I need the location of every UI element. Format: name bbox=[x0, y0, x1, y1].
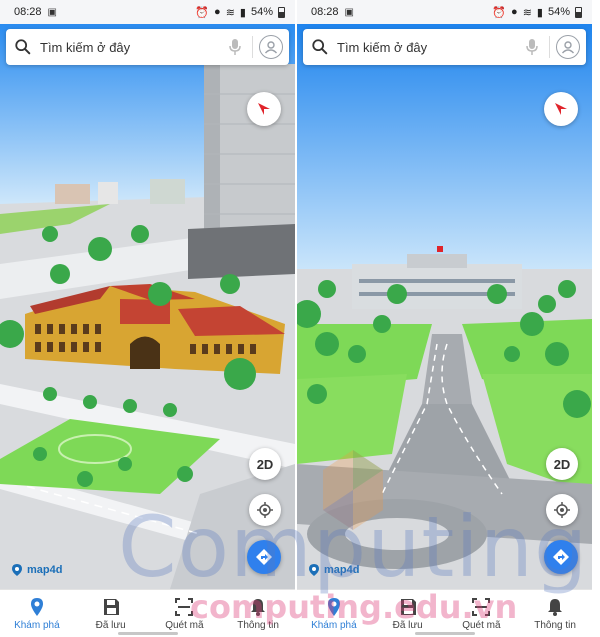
pin-icon bbox=[30, 597, 43, 616]
nav-label-explore: Khám phá bbox=[14, 619, 60, 631]
directions-icon bbox=[553, 549, 569, 565]
brand-name: map4d bbox=[27, 564, 63, 576]
nav-saved[interactable]: Đã lưu bbox=[74, 590, 148, 637]
nav-label-scan: Quét mã bbox=[165, 619, 204, 631]
home-indicator bbox=[117, 632, 178, 635]
compass-arrow-icon bbox=[258, 103, 270, 115]
battery-icon bbox=[575, 6, 582, 18]
search-icon[interactable] bbox=[311, 38, 329, 56]
gallery-icon: ▣ bbox=[47, 6, 57, 18]
crosshair-icon bbox=[257, 502, 273, 518]
wifi-icon: ≋ bbox=[225, 6, 235, 19]
save-icon bbox=[103, 598, 119, 615]
pin-icon bbox=[327, 597, 340, 616]
search-input[interactable]: Tìm kiếm ở đây bbox=[337, 40, 525, 55]
alarm-icon: ⏰ bbox=[492, 6, 507, 19]
directions-icon bbox=[256, 549, 272, 565]
search-divider bbox=[252, 36, 253, 58]
wifi-icon: ≋ bbox=[522, 6, 532, 19]
save-icon bbox=[400, 598, 416, 615]
battery-icon bbox=[278, 6, 285, 18]
battery-level: 54% bbox=[250, 6, 273, 18]
view-2d-toggle-button[interactable]: 2D bbox=[546, 448, 578, 480]
nav-label-info: Thông tin bbox=[534, 619, 576, 631]
view-2d-toggle-button[interactable]: 2D bbox=[249, 448, 281, 480]
status-bar: 08:28 ▣ ⏰ ● ≋ ▮ 54% bbox=[297, 0, 592, 24]
user-avatar-icon[interactable] bbox=[556, 35, 580, 59]
search-icon[interactable] bbox=[14, 38, 32, 56]
crosshair-icon bbox=[554, 502, 570, 518]
nav-explore[interactable]: Khám phá bbox=[0, 590, 74, 637]
nav-label-saved: Đã lưu bbox=[392, 619, 423, 631]
search-input[interactable]: Tìm kiếm ở đây bbox=[40, 40, 228, 55]
my-location-button[interactable] bbox=[546, 494, 578, 526]
brand-logo: map4d bbox=[307, 563, 359, 577]
scan-icon bbox=[175, 597, 194, 616]
compass-arrow-icon bbox=[555, 103, 567, 115]
status-time: 08:28 bbox=[14, 6, 42, 18]
status-icons: ⏰ ● ≋ ▮ 54% bbox=[195, 6, 285, 19]
signal-icon: ▮ bbox=[239, 6, 246, 19]
brand-logo: map4d bbox=[10, 563, 62, 577]
home-indicator bbox=[414, 632, 475, 635]
map4d-logo-icon bbox=[309, 564, 319, 576]
directions-button[interactable] bbox=[544, 540, 578, 574]
bottom-navigation: Khám phá Đã lưu Quét mã Thông tin bbox=[0, 589, 295, 637]
nav-info[interactable]: Thông tin bbox=[221, 590, 295, 637]
status-bar: 08:28 ▣ ⏰ ● ≋ ▮ 54% bbox=[0, 0, 295, 24]
bottom-navigation: Khám phá Đã lưu Quét mã Thông tin bbox=[297, 589, 592, 637]
nav-explore[interactable]: Khám phá bbox=[297, 590, 371, 637]
compass-button[interactable] bbox=[544, 92, 578, 126]
nav-info[interactable]: Thông tin bbox=[518, 590, 592, 637]
search-divider bbox=[549, 36, 550, 58]
nav-label-scan: Quét mã bbox=[462, 619, 501, 631]
search-bar[interactable]: Tìm kiếm ở đây bbox=[6, 29, 289, 65]
compass-button[interactable] bbox=[247, 92, 281, 126]
nav-label-explore: Khám phá bbox=[311, 619, 357, 631]
phone-screen-right: 08:28 ▣ ⏰ ● ≋ ▮ 54% Tìm kiếm ở đây 2D ma… bbox=[297, 0, 592, 637]
nav-saved[interactable]: Đã lưu bbox=[371, 590, 445, 637]
map4d-logo-icon bbox=[12, 564, 22, 576]
user-avatar-icon[interactable] bbox=[259, 35, 283, 59]
brand-name: map4d bbox=[324, 564, 360, 576]
battery-level: 54% bbox=[547, 6, 570, 18]
scan-icon bbox=[472, 597, 491, 616]
alarm-icon: ⏰ bbox=[195, 6, 210, 19]
microphone-icon[interactable] bbox=[525, 38, 539, 56]
search-bar[interactable]: Tìm kiếm ở đây bbox=[303, 29, 586, 65]
nav-scan[interactable]: Quét mã bbox=[148, 590, 222, 637]
status-icons: ⏰ ● ≋ ▮ 54% bbox=[492, 6, 582, 19]
nav-label-info: Thông tin bbox=[237, 619, 279, 631]
bell-icon bbox=[251, 598, 266, 616]
my-location-button[interactable] bbox=[249, 494, 281, 526]
location-icon: ● bbox=[214, 6, 221, 18]
signal-icon: ▮ bbox=[536, 6, 543, 19]
location-icon: ● bbox=[511, 6, 518, 18]
directions-button[interactable] bbox=[247, 540, 281, 574]
nav-label-saved: Đã lưu bbox=[95, 619, 126, 631]
bell-icon bbox=[548, 598, 563, 616]
gallery-icon: ▣ bbox=[344, 6, 354, 18]
phone-screen-left: 08:28 ▣ ⏰ ● ≋ ▮ 54% Tìm kiếm ở đây 2D ma… bbox=[0, 0, 295, 637]
status-time: 08:28 bbox=[311, 6, 339, 18]
nav-scan[interactable]: Quét mã bbox=[445, 590, 519, 637]
microphone-icon[interactable] bbox=[228, 38, 242, 56]
